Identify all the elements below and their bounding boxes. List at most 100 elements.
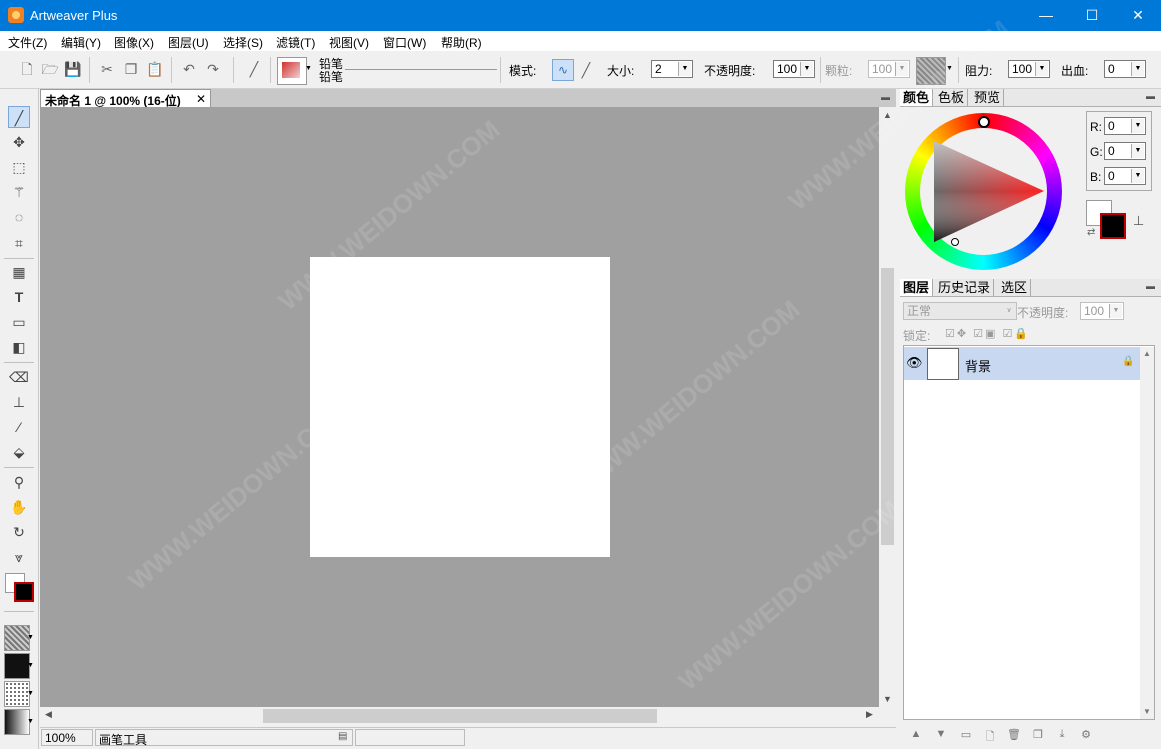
red-combo[interactable]: 0 ▼ bbox=[1104, 117, 1146, 135]
size-combo[interactable]: 2 ▼ bbox=[651, 60, 693, 78]
green-combo[interactable]: 0 ▼ bbox=[1104, 142, 1146, 160]
panel-menu-icon[interactable]: ▬ bbox=[881, 92, 890, 102]
tab-swatches[interactable]: 色板 bbox=[935, 89, 969, 106]
merge-layer-icon[interactable]: ⤓ bbox=[1054, 728, 1070, 742]
move-layer-down-icon[interactable]: ▼ bbox=[933, 728, 949, 742]
move-tool-icon[interactable]: ✥ bbox=[8, 131, 30, 153]
chevron-down-icon[interactable]: ▼ bbox=[946, 65, 953, 72]
open-file-icon[interactable]: 🗁 bbox=[41, 60, 59, 78]
panel-foreground-swatch[interactable] bbox=[1100, 213, 1126, 239]
scroll-up-icon[interactable]: ▲ bbox=[1143, 349, 1151, 358]
stamp-icon[interactable]: ⊥ bbox=[1133, 213, 1144, 229]
zoom-icon[interactable]: ⚲ bbox=[8, 471, 30, 493]
new-file-icon[interactable]: 🗋 bbox=[18, 60, 36, 78]
lasso-icon[interactable]: ◌ bbox=[8, 206, 30, 228]
menu-view[interactable]: 视图(V) bbox=[329, 34, 369, 51]
lock-options[interactable]: ☑✥ ☑▣ ☑🔒 bbox=[945, 327, 1030, 340]
chevron-down-icon[interactable]: ▼ bbox=[27, 662, 34, 669]
rotate-icon[interactable]: ↻ bbox=[8, 521, 30, 543]
layer-list-scrollbar[interactable] bbox=[1140, 347, 1154, 719]
new-layer-icon[interactable]: 🗋 bbox=[982, 728, 998, 743]
shape-tool-icon[interactable]: ▭ bbox=[8, 311, 30, 333]
chevron-down-icon[interactable]: ▼ bbox=[27, 634, 34, 641]
status-menu-icon[interactable]: ▤ bbox=[338, 731, 347, 742]
redo-icon[interactable]: ↷ bbox=[204, 60, 222, 78]
crop-icon[interactable]: ⌗ bbox=[8, 232, 30, 254]
delete-layer-icon[interactable]: 🗑 bbox=[1006, 728, 1022, 742]
scroll-left-icon[interactable]: ◀ bbox=[45, 709, 52, 720]
bleed-combo[interactable]: 0 ▼ bbox=[1104, 60, 1146, 78]
blue-combo[interactable]: 0 ▼ bbox=[1104, 167, 1146, 185]
brush-tool-icon[interactable]: ╱ bbox=[8, 106, 30, 128]
resist-combo[interactable]: 100 ▼ bbox=[1008, 60, 1050, 78]
freehand-mode-icon[interactable]: ∿ bbox=[552, 59, 574, 81]
color-picker-handle[interactable] bbox=[951, 238, 959, 246]
menu-window[interactable]: 窗口(W) bbox=[383, 34, 426, 51]
eraser-icon[interactable]: ⌫ bbox=[8, 366, 30, 388]
document-tab[interactable]: 未命名 1 @ 100% (16-位) ✕ bbox=[40, 89, 211, 108]
undo-icon[interactable]: ↶ bbox=[180, 60, 198, 78]
layer-row[interactable]: 👁 背景 🔒 bbox=[904, 347, 1140, 380]
scroll-down-icon[interactable]: ▼ bbox=[883, 694, 892, 704]
menu-edit[interactable]: 编辑(Y) bbox=[61, 34, 101, 51]
menu-image[interactable]: 图像(X) bbox=[114, 34, 154, 51]
gradient-icon[interactable]: ◧ bbox=[8, 336, 30, 358]
perspective-icon[interactable]: ▦ bbox=[8, 261, 30, 283]
hue-handle[interactable] bbox=[978, 116, 990, 128]
menu-help[interactable]: 帮助(R) bbox=[441, 34, 482, 51]
chevron-down-icon[interactable]: ▼ bbox=[27, 690, 34, 697]
tab-layers[interactable]: 图层 bbox=[900, 279, 934, 296]
menu-file[interactable]: 文件(Z) bbox=[8, 34, 47, 51]
eye-visibility-icon[interactable]: 👁 bbox=[906, 355, 923, 371]
tab-color[interactable]: 颜色 bbox=[900, 89, 934, 106]
drawing-canvas[interactable] bbox=[310, 257, 610, 557]
line-mode-icon[interactable]: ╱ bbox=[577, 61, 595, 79]
duplicate-layer-icon[interactable]: ❐ bbox=[1030, 728, 1046, 742]
clone-stamp-icon[interactable]: ⊥ bbox=[8, 391, 30, 413]
paint-bucket-icon[interactable]: ⬙ bbox=[8, 441, 30, 463]
move-layer-up-icon[interactable]: ▲ bbox=[908, 728, 924, 742]
layer-folder-icon[interactable]: ▭ bbox=[958, 728, 974, 742]
opacity-combo[interactable]: 100 ▼ bbox=[773, 60, 815, 78]
chevron-down-icon[interactable]: ▼ bbox=[27, 718, 34, 725]
grain-combo[interactable]: 100 ▼ bbox=[868, 60, 910, 78]
horizontal-scroll-thumb[interactable] bbox=[263, 709, 657, 723]
minimize-button[interactable]: — bbox=[1023, 0, 1069, 31]
panel-menu-icon[interactable]: ▬ bbox=[1146, 91, 1155, 101]
menu-layer[interactable]: 图层(U) bbox=[168, 34, 209, 51]
magic-wand-icon[interactable]: ⚚ bbox=[8, 181, 30, 203]
paste-icon[interactable]: 📋 bbox=[146, 60, 164, 78]
close-tab-icon[interactable]: ✕ bbox=[196, 92, 206, 106]
menu-filter[interactable]: 滤镜(T) bbox=[276, 34, 315, 51]
layer-settings-icon[interactable]: ⚙ bbox=[1078, 728, 1094, 742]
scroll-right-icon[interactable]: ▶ bbox=[866, 709, 873, 720]
save-icon[interactable]: 💾 bbox=[64, 60, 82, 78]
swap-colors-icon[interactable]: ⇄ bbox=[1087, 227, 1095, 238]
scroll-down-icon[interactable]: ▼ bbox=[1143, 707, 1151, 716]
close-button[interactable]: ✕ bbox=[1115, 0, 1161, 31]
maximize-button[interactable]: ☐ bbox=[1069, 0, 1115, 31]
chevron-down-icon[interactable]: ▼ bbox=[305, 65, 312, 72]
hand-icon[interactable]: ✋ bbox=[8, 496, 30, 518]
blend-mode-select[interactable]: 正常 ∨ bbox=[903, 302, 1017, 320]
cut-icon[interactable]: ✂ bbox=[98, 60, 116, 78]
foreground-color-swatch[interactable] bbox=[14, 582, 34, 602]
copy-icon[interactable]: ❐ bbox=[122, 60, 140, 78]
vertical-scroll-thumb[interactable] bbox=[881, 268, 894, 545]
eyedropper-icon[interactable]: ⁄ bbox=[8, 416, 30, 438]
zoom-readout[interactable]: 100% bbox=[41, 729, 93, 746]
text-tool-icon[interactable]: T bbox=[8, 286, 30, 308]
rect-select-icon[interactable]: ⬚ bbox=[8, 156, 30, 178]
panel-menu-icon[interactable]: ▬ bbox=[1146, 281, 1155, 291]
paper-texture-picker[interactable] bbox=[916, 57, 946, 85]
menu-select[interactable]: 选择(S) bbox=[223, 34, 263, 51]
mirror-icon[interactable]: ⩔ bbox=[8, 546, 30, 568]
scroll-up-icon[interactable]: ▲ bbox=[883, 110, 892, 120]
layer-opacity-combo[interactable]: 100 ▼ bbox=[1080, 302, 1124, 320]
tab-selection[interactable]: 选区 bbox=[998, 279, 1032, 296]
tab-preview[interactable]: 预览 bbox=[971, 89, 1005, 106]
tab-history[interactable]: 历史记录 bbox=[935, 279, 995, 296]
brush-preset-picker[interactable] bbox=[277, 57, 307, 85]
brush-tool-icon[interactable]: ╱ bbox=[245, 60, 263, 78]
saturation-triangle[interactable] bbox=[920, 128, 1047, 255]
